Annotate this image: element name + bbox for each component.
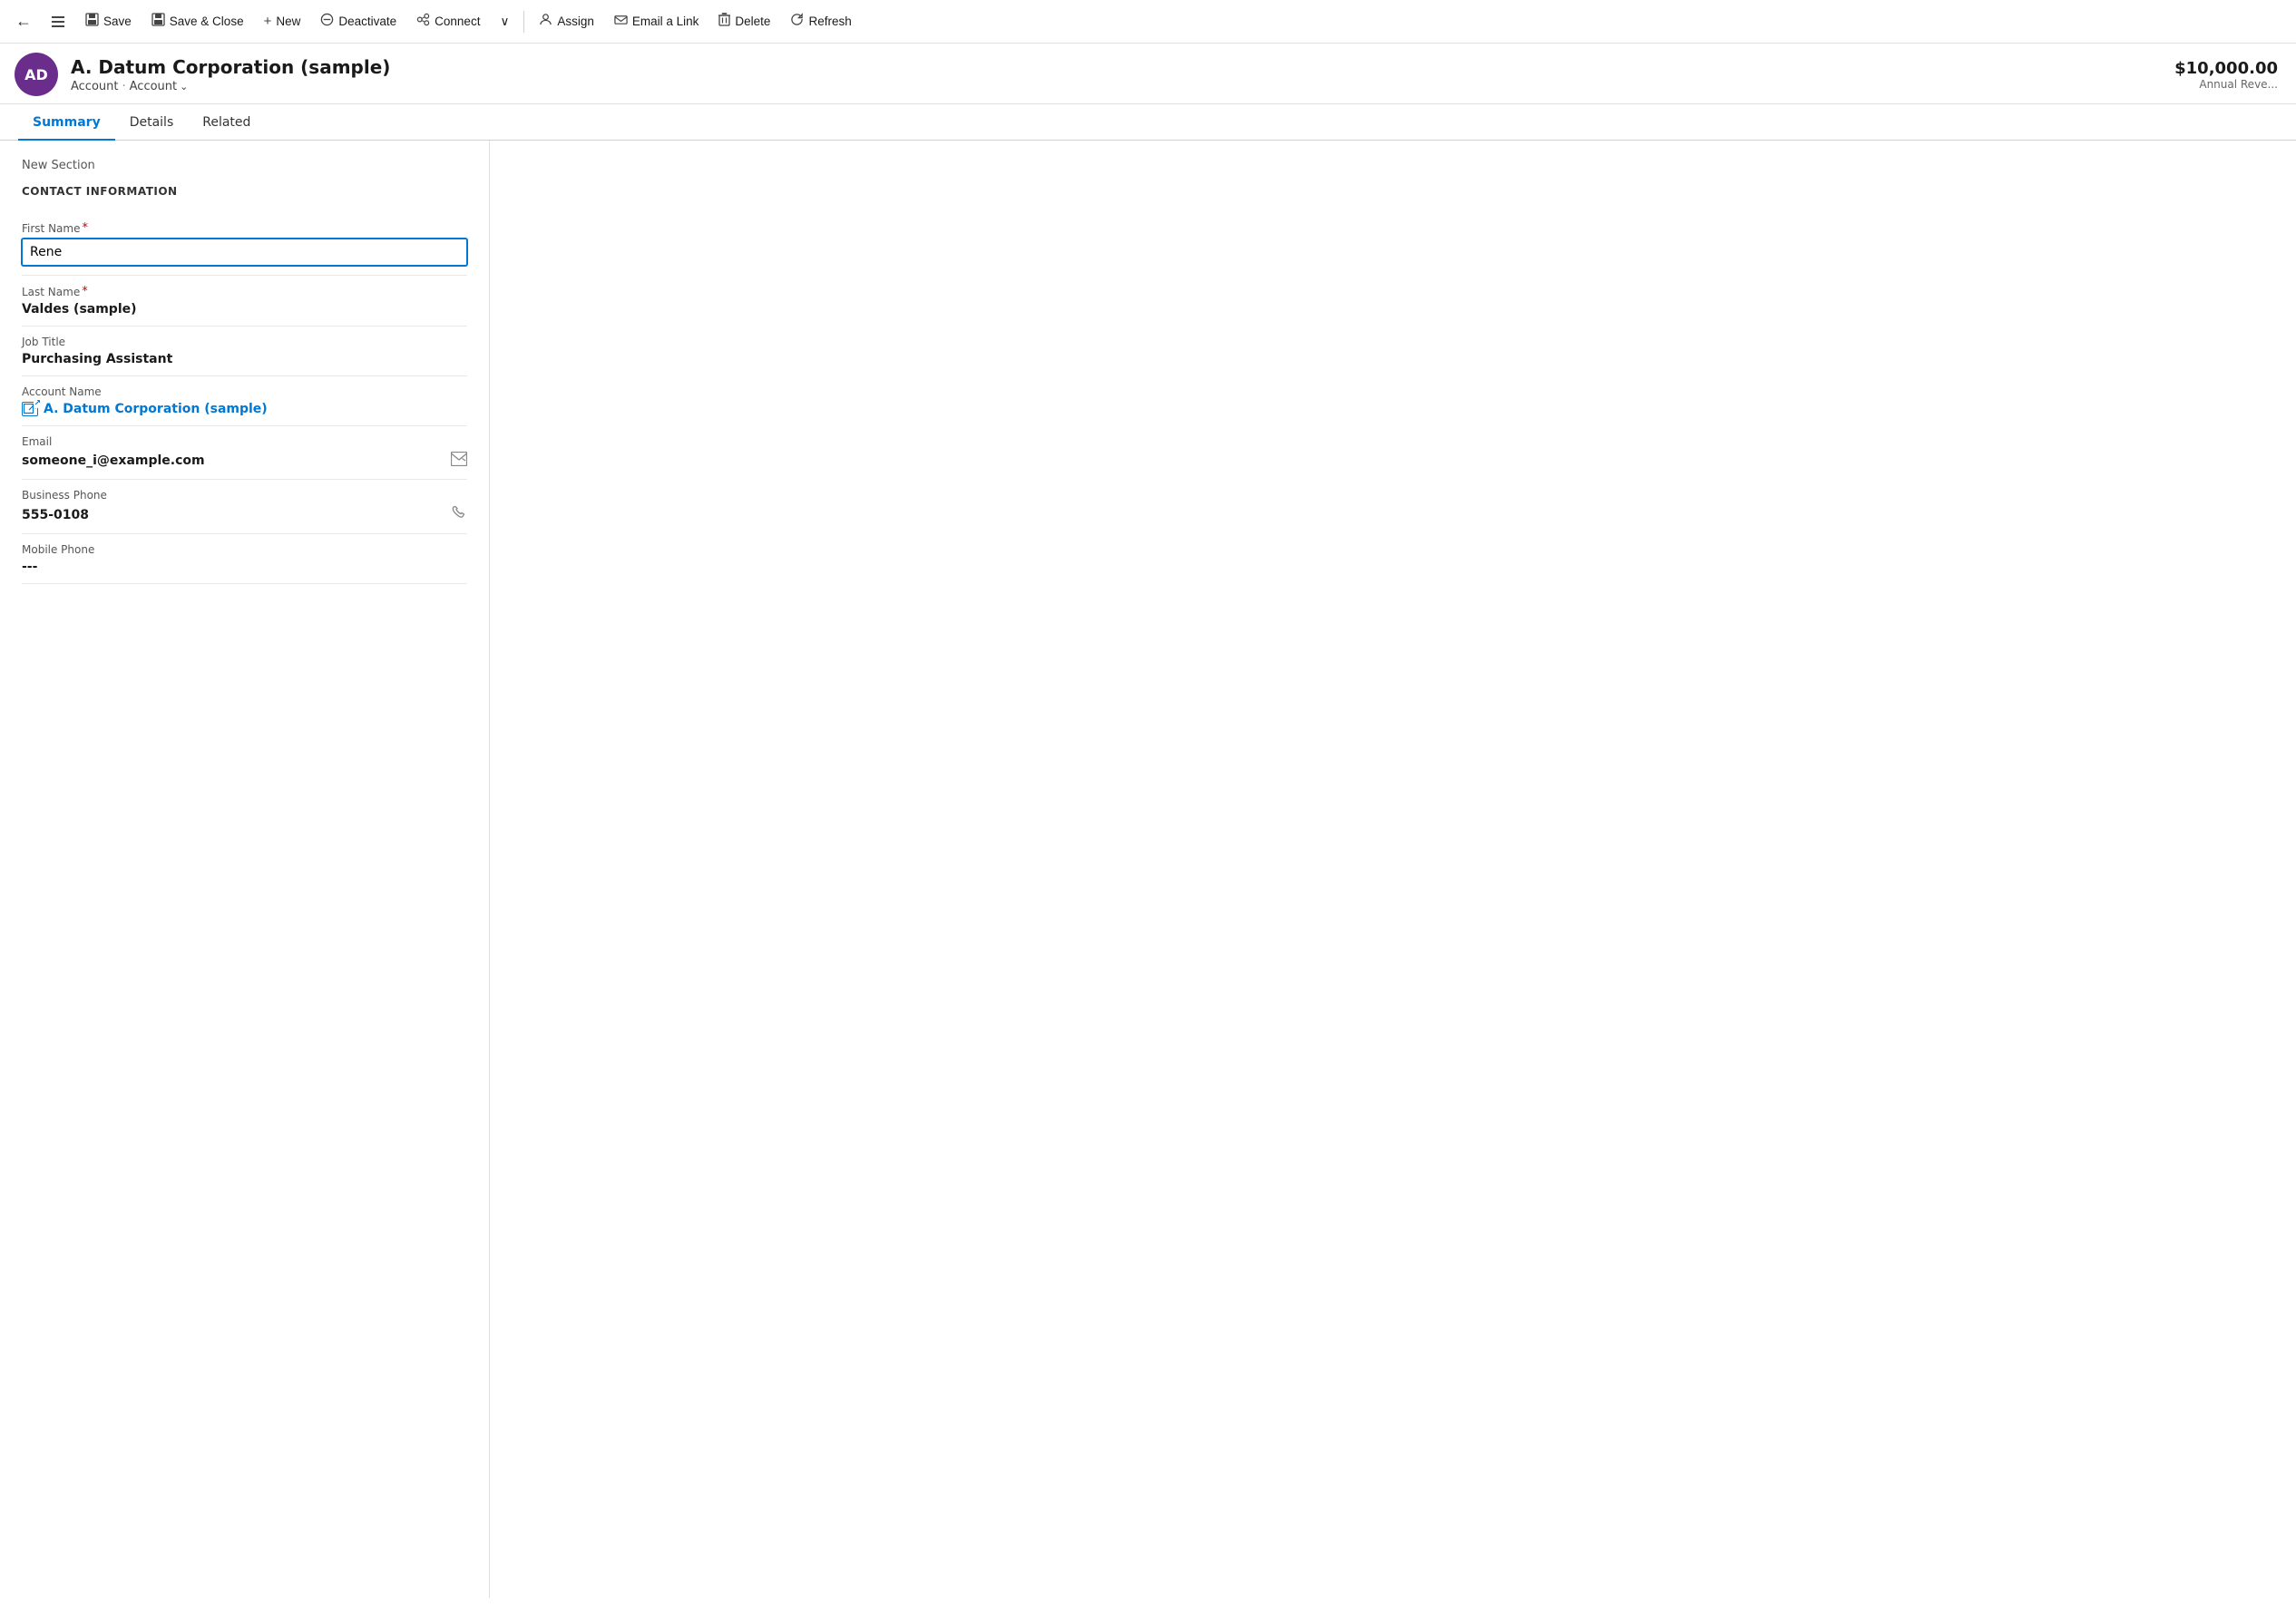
entity-name: A. Datum Corporation (sample) [71, 56, 390, 78]
save-close-label: Save & Close [170, 15, 244, 28]
breadcrumb-sep: · [122, 80, 126, 93]
left-panel: New Section CONTACT INFORMATION First Na… [0, 141, 490, 1598]
annual-revenue-value: $10,000.00 [2174, 59, 2278, 78]
job-title-label: Job Title [22, 336, 467, 348]
save-icon [85, 13, 99, 30]
right-panel [490, 141, 2296, 1598]
annual-revenue-label: Annual Reve... [2174, 78, 2278, 91]
new-icon: + [264, 14, 272, 29]
business-phone-label: Business Phone [22, 489, 467, 502]
deactivate-button[interactable]: Deactivate [311, 7, 405, 35]
new-button[interactable]: + New [255, 8, 310, 34]
contact-info-fields: First Name * Last Name * Valdes (sample)… [22, 212, 467, 584]
connect-label: Connect [435, 15, 480, 28]
email-link-icon [614, 13, 628, 30]
section-heading: CONTACT INFORMATION [22, 185, 467, 198]
save-close-button[interactable]: Save & Close [142, 7, 253, 35]
save-label: Save [103, 15, 132, 28]
breadcrumb-item-2: Account [130, 80, 178, 93]
save-close-icon [151, 13, 165, 30]
business-phone-value[interactable]: 555-0108 [22, 508, 89, 522]
account-name-value[interactable]: A. Datum Corporation (sample) [22, 402, 467, 416]
assign-button[interactable]: Assign [530, 7, 603, 35]
breadcrumb-dropdown[interactable]: Account ⌄ [130, 80, 189, 93]
section-title: New Section [22, 159, 467, 172]
email-field: Email someone_i@example.com [22, 426, 467, 480]
refresh-icon [790, 13, 804, 30]
delete-button[interactable]: Delete [709, 7, 779, 35]
business-phone-field: Business Phone 555-0108 [22, 480, 467, 534]
job-title-field: Job Title Purchasing Assistant [22, 326, 467, 376]
breadcrumb: Account · Account ⌄ [71, 80, 390, 93]
account-name-field: Account Name A. Datum Corporation (sampl… [22, 376, 467, 426]
last-name-field: Last Name * Valdes (sample) [22, 276, 467, 326]
email-action-icon[interactable] [451, 452, 467, 470]
avatar: AD [15, 53, 58, 96]
business-phone-value-row: 555-0108 [22, 505, 467, 524]
breadcrumb-chevron-icon: ⌄ [180, 81, 188, 93]
email-value-row: someone_i@example.com [22, 452, 467, 470]
mobile-phone-value[interactable]: --- [22, 560, 467, 574]
more-icon: ∨ [500, 15, 509, 29]
email-value[interactable]: someone_i@example.com [22, 453, 205, 468]
first-name-label: First Name * [22, 221, 467, 235]
mobile-phone-field: Mobile Phone --- [22, 534, 467, 584]
refresh-button[interactable]: Refresh [781, 7, 860, 35]
new-label: New [276, 15, 300, 28]
refresh-label: Refresh [808, 15, 851, 28]
tabs: Summary Details Related [0, 104, 2296, 141]
first-name-field: First Name * [22, 212, 467, 276]
main-content: New Section CONTACT INFORMATION First Na… [0, 141, 2296, 1598]
nav-menu-button[interactable] [42, 5, 74, 38]
tab-details[interactable]: Details [115, 104, 189, 141]
delete-label: Delete [735, 15, 770, 28]
job-title-value[interactable]: Purchasing Assistant [22, 352, 467, 366]
save-button[interactable]: Save [76, 7, 141, 35]
tab-related[interactable]: Related [188, 104, 265, 141]
phone-action-icon[interactable] [452, 505, 467, 524]
last-name-label: Last Name * [22, 285, 467, 298]
email-link-button[interactable]: Email a Link [605, 7, 708, 35]
account-name-label: Account Name [22, 385, 467, 398]
email-label: Email [22, 435, 467, 448]
connect-icon [416, 13, 430, 30]
toolbar: ← Save Save & Close + New Deactivate Co [0, 0, 2296, 44]
last-name-value[interactable]: Valdes (sample) [22, 302, 467, 317]
entity-header: AD A. Datum Corporation (sample) Account… [0, 44, 2296, 104]
first-name-required: * [82, 221, 88, 235]
first-name-input[interactable] [22, 239, 467, 266]
assign-icon [539, 13, 552, 30]
back-button[interactable]: ← [7, 5, 40, 38]
last-name-required: * [82, 285, 88, 298]
account-link-icon [22, 402, 38, 416]
delete-icon [718, 13, 730, 30]
assign-label: Assign [557, 15, 594, 28]
more-button[interactable]: ∨ [491, 9, 518, 34]
email-link-label: Email a Link [632, 15, 699, 28]
tab-summary[interactable]: Summary [18, 104, 115, 141]
entity-info: A. Datum Corporation (sample) Account · … [71, 56, 390, 93]
mobile-phone-label: Mobile Phone [22, 543, 467, 556]
connect-button[interactable]: Connect [407, 7, 489, 35]
entity-header-right: $10,000.00 Annual Reve... [2174, 59, 2278, 91]
toolbar-divider [523, 11, 524, 33]
deactivate-icon [320, 13, 334, 30]
deactivate-label: Deactivate [338, 15, 396, 28]
breadcrumb-item-1: Account [71, 80, 119, 93]
entity-header-left: AD A. Datum Corporation (sample) Account… [15, 53, 390, 96]
